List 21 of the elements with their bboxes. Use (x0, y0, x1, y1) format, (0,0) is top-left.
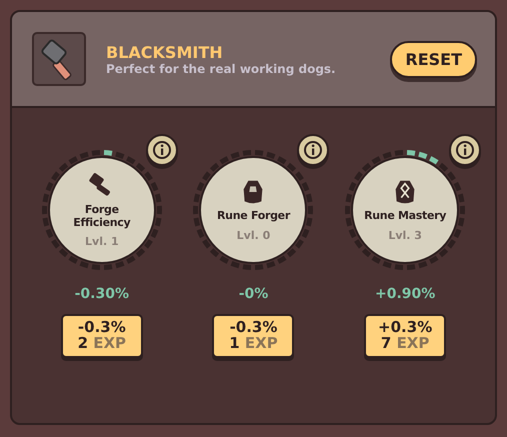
info-icon (152, 140, 172, 160)
info-button[interactable] (297, 134, 330, 166)
skill-node[interactable]: Rune Forger Lvl. 0 (199, 156, 308, 264)
skill-name: Rune Forger (217, 210, 290, 223)
info-button[interactable] (449, 134, 482, 166)
info-button[interactable] (146, 134, 178, 166)
skill-tree-title: BLACKSMITH (106, 42, 224, 62)
skill-node[interactable]: Forge Efficiency Lvl. 1 (48, 156, 156, 264)
bonus-value: -0% (238, 286, 268, 302)
info-icon (303, 140, 324, 160)
skill-name: Forge Efficiency (72, 204, 132, 229)
bonus-value: +0.90% (374, 286, 436, 302)
skill-tree-description: Perfect for the real working dogs. (106, 62, 337, 76)
skill-level: Lvl. 0 (236, 228, 270, 242)
info-icon (455, 140, 476, 160)
bonus-value: -0.30% (74, 286, 130, 302)
skill-node[interactable]: Rune Mastery Lvl. 3 (351, 156, 460, 264)
skill-level: Lvl. 1 (85, 234, 119, 248)
hammer-icon (32, 32, 86, 86)
skill-name: Rune Mastery (364, 210, 446, 223)
skill-level: Lvl. 3 (388, 228, 422, 242)
